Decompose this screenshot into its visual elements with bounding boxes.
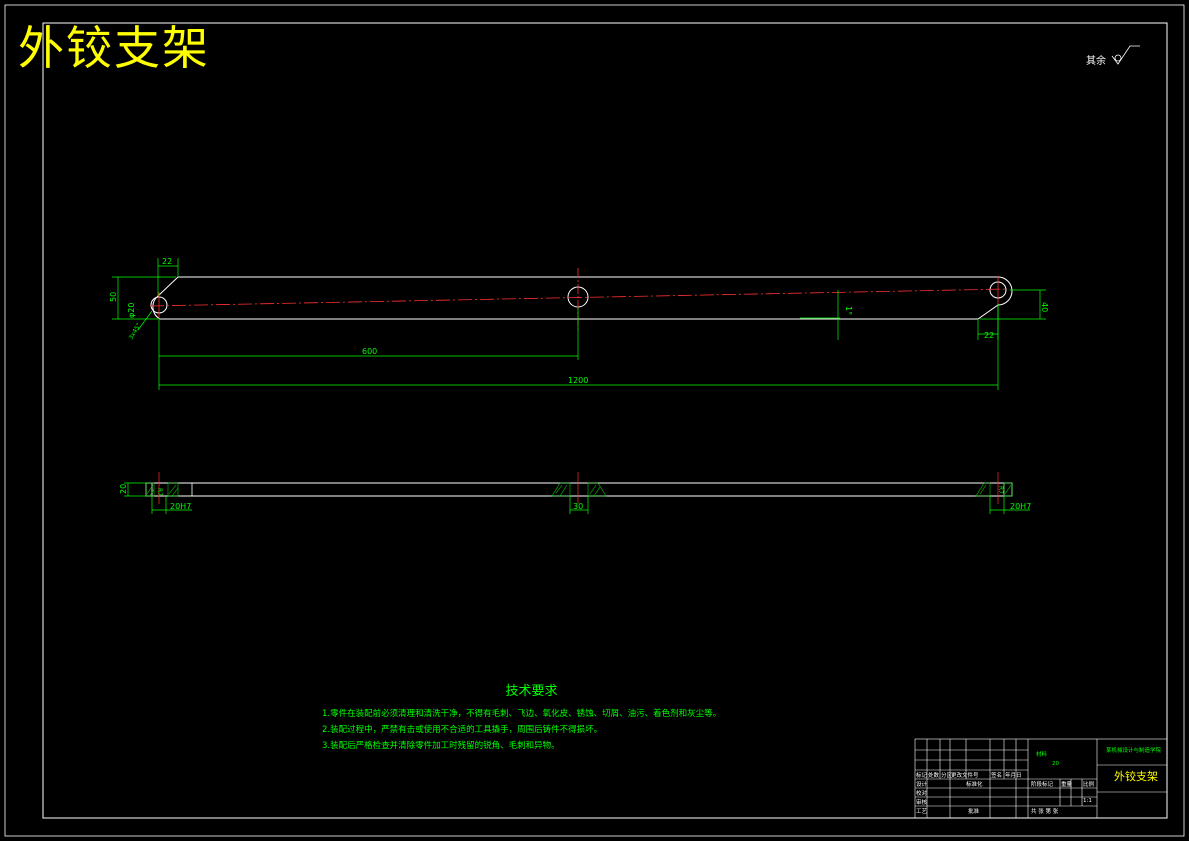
top-dimension-text: 20 20H7 30 20H7 R7 R7 [119,484,1031,511]
technical-requirements: 技术要求 1.零件在装配前必须清理和清洗干净，不得有毛刺、飞边、氧化皮、锈蚀、切… [322,684,721,754]
requirements-title: 技术要求 [505,684,558,699]
tb-sheets: 共 张 第 张 [1031,809,1059,815]
material-label: 材料 [1036,752,1048,758]
roughness-symbol-icon [1111,45,1140,65]
tb-col-docno: 更改文件号 [951,773,979,779]
section-left-mark: R7 [156,488,163,496]
dim-600: 600 [362,347,377,356]
tb-scale-value: 1:1 [1083,798,1092,804]
dim-taper: 1° [844,306,853,315]
tb-col-mark: 标记 [916,773,928,779]
dim-50: 50 [109,292,118,302]
top-view [145,472,1013,504]
tb-col-count: 处数 [928,773,940,779]
dim-40: 40 [1040,302,1049,312]
centerline-main [149,288,1009,307]
dim-phi20: φ20 [127,303,136,318]
requirement-item: 2.装配过程中，严禁有击或使用不合适的工具撬手，周围后铸件不得损坏。 [322,725,603,735]
front-dimensions [112,258,1046,390]
tb-process: 工艺 [916,809,928,815]
dim-thickness: 20 [119,484,128,494]
tb-review: 审核 [916,800,928,806]
dim-chamfer: 3x45° [128,322,143,341]
tb-check: 校对 [916,791,928,797]
front-view [149,268,1013,330]
tb-col-date: 年月日 [1005,773,1022,779]
front-dimension-text: 22 50 φ20 3x45° 600 1200 1° 40 22 [109,257,1049,385]
part-name: 外铰支架 [1114,770,1158,783]
material-value: 20 [1052,761,1059,767]
tb-weight: 重量 [1061,782,1073,788]
dim-1200: 1200 [568,376,588,385]
roughness-note: 其余 [1086,56,1106,67]
dim-22-right: 22 [984,331,994,340]
part-outline [152,276,1013,320]
tb-approve: 批准 [968,809,980,815]
tb-standardize: 标准化 [966,782,983,788]
section-hatch [145,482,1013,497]
dim-left-bore: 20H7 [170,502,191,511]
dim-mid-bore: 30 [573,502,583,511]
dim-22-top: 22 [162,257,172,266]
drawing-title: 外铰支架 [18,21,210,75]
tb-scale: 比例 [1083,782,1095,788]
tb-stage-mark: 阶段标记 [1031,782,1054,788]
school-name: 某机械设计与制造学院 [1106,748,1162,754]
requirement-item: 3.装配后严格检查并清除零件加工时残留的锐角、毛刺和异物。 [322,741,560,751]
bar-outline [145,482,1013,497]
requirement-item: 1.零件在装配前必须清理和清洗干净，不得有毛刺、飞边、氧化皮、锈蚀、切屑、油污、… [322,709,722,719]
section-right-mark: R7 [997,486,1004,494]
tb-col-sign: 签名 [991,773,1003,779]
dim-right-bore: 20H7 [1010,502,1031,511]
tb-design: 设计 [916,782,928,788]
